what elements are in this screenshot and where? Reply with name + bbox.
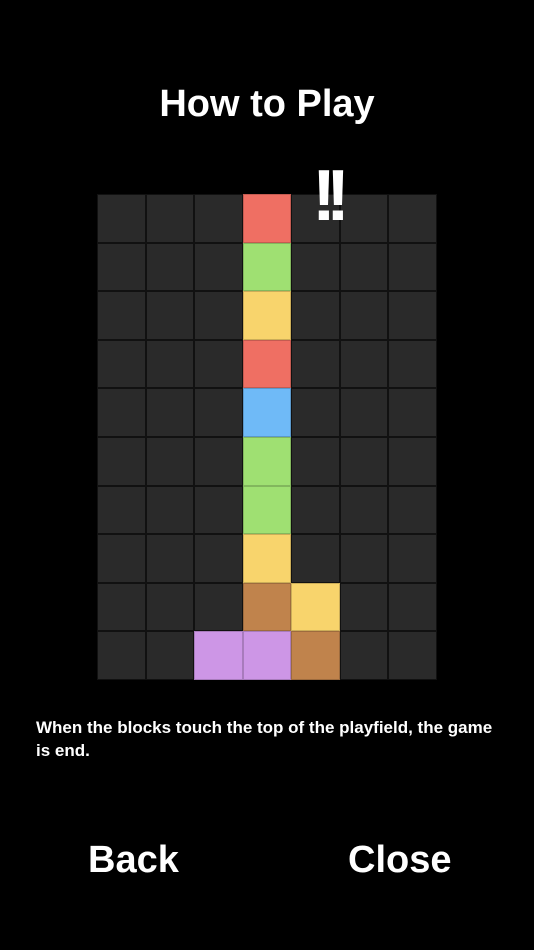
empty-cell xyxy=(339,242,389,292)
empty-cell xyxy=(388,388,437,437)
empty-cell xyxy=(291,436,340,486)
block-brown xyxy=(291,631,340,680)
game-board xyxy=(97,194,437,680)
warning-icon: !! xyxy=(312,156,350,236)
empty-cell xyxy=(339,485,389,535)
block-blue xyxy=(242,388,292,437)
empty-cell xyxy=(194,388,243,437)
empty-cell xyxy=(194,534,243,583)
empty-cell xyxy=(388,631,437,680)
empty-cell xyxy=(339,339,389,389)
block-red xyxy=(242,339,292,389)
empty-cell xyxy=(194,339,243,389)
empty-cell xyxy=(194,291,243,340)
empty-cell xyxy=(97,194,146,243)
empty-cell xyxy=(97,388,146,437)
block-yellow xyxy=(242,291,292,340)
empty-cell xyxy=(388,534,437,583)
empty-cell xyxy=(339,194,389,243)
empty-cell xyxy=(291,339,340,389)
empty-cell xyxy=(145,291,195,340)
empty-cell xyxy=(97,339,146,389)
empty-cell xyxy=(291,242,340,292)
empty-cell xyxy=(145,534,195,583)
empty-cell xyxy=(145,242,195,292)
back-button[interactable]: Back xyxy=(88,836,179,884)
empty-cell xyxy=(339,291,389,340)
empty-cell xyxy=(388,339,437,389)
empty-cell xyxy=(145,436,195,486)
close-button[interactable]: Close xyxy=(348,836,451,884)
block-green xyxy=(242,436,292,486)
empty-cell xyxy=(388,194,437,243)
empty-cell xyxy=(194,436,243,486)
empty-cell xyxy=(339,534,389,583)
empty-cell xyxy=(145,485,195,535)
empty-cell xyxy=(97,485,146,535)
empty-cell xyxy=(339,436,389,486)
empty-cell xyxy=(339,582,389,632)
empty-cell xyxy=(97,291,146,340)
empty-cell xyxy=(145,631,195,680)
empty-cell xyxy=(291,388,340,437)
empty-cell xyxy=(97,582,146,632)
empty-cell xyxy=(388,242,437,292)
empty-cell xyxy=(388,291,437,340)
empty-cell xyxy=(291,291,340,340)
instruction-text: When the blocks touch the top of the pla… xyxy=(36,718,493,760)
empty-cell xyxy=(145,194,195,243)
empty-cell xyxy=(388,485,437,535)
block-green xyxy=(242,485,292,535)
block-red xyxy=(242,194,292,243)
empty-cell xyxy=(145,582,195,632)
empty-cell xyxy=(145,388,195,437)
block-purple xyxy=(194,631,243,680)
empty-cell xyxy=(145,339,195,389)
empty-cell xyxy=(194,485,243,535)
empty-cell xyxy=(388,436,437,486)
block-brown xyxy=(242,582,292,632)
empty-cell xyxy=(194,242,243,292)
empty-cell xyxy=(291,534,340,583)
block-yellow xyxy=(242,534,292,583)
block-yellow xyxy=(291,582,340,632)
empty-cell xyxy=(339,388,389,437)
empty-cell xyxy=(291,485,340,535)
empty-cell xyxy=(97,242,146,292)
empty-cell xyxy=(97,436,146,486)
block-green xyxy=(242,242,292,292)
empty-cell xyxy=(388,582,437,632)
block-purple xyxy=(242,631,292,680)
empty-cell xyxy=(194,582,243,632)
empty-cell xyxy=(194,194,243,243)
empty-cell xyxy=(97,631,146,680)
page-title: How to Play xyxy=(159,83,375,125)
empty-cell xyxy=(339,631,389,680)
empty-cell xyxy=(97,534,146,583)
